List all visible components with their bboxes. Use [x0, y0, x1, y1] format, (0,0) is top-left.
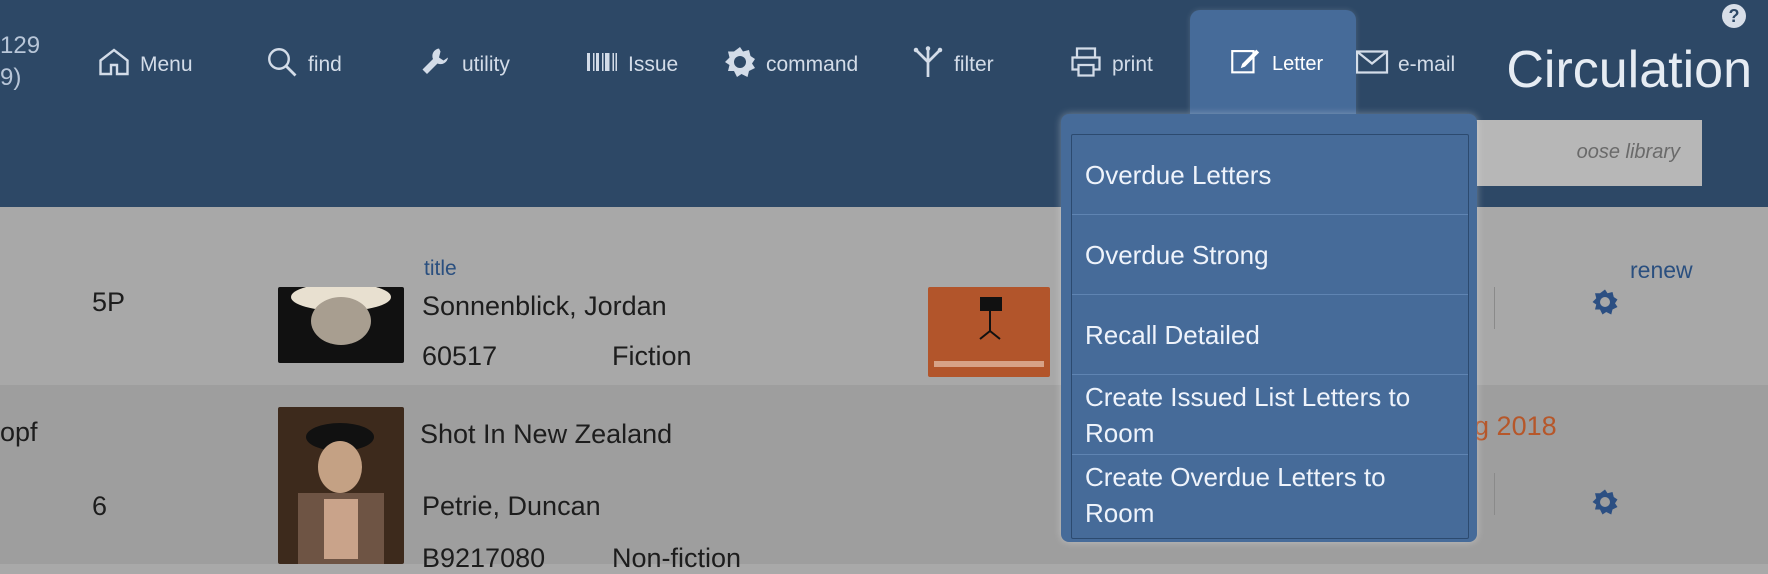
item-id: 60517 — [422, 341, 498, 371]
printer-icon — [1068, 44, 1104, 86]
row-left-value: 5P — [92, 287, 126, 317]
gear-icon[interactable] — [1590, 487, 1620, 517]
nav-command[interactable]: command — [722, 40, 858, 90]
row-left-value: 6 — [92, 491, 108, 521]
book-cover — [928, 287, 1050, 377]
nav-letter-tab[interactable]: Letter — [1190, 10, 1356, 114]
nav-utility[interactable]: utility — [418, 40, 510, 90]
nav-filter[interactable]: filter — [910, 40, 994, 90]
gear-icon[interactable] — [1590, 287, 1620, 317]
author-name: Petrie, Duncan — [422, 491, 601, 521]
home-icon — [96, 44, 132, 86]
table-row[interactable]: opf 6 Shot In New Zealand Petrie, Duncan… — [0, 385, 1768, 573]
menu-item-create-overdue-letters[interactable]: Create Overdue Letters to Room — [1072, 455, 1468, 538]
filter-icon — [910, 44, 946, 86]
year: 2018 — [1496, 411, 1557, 441]
item-id: B9217080 — [422, 543, 546, 573]
nav-letter-label: Letter — [1272, 52, 1324, 75]
nav-utility-label: utility — [462, 53, 510, 76]
row-left-fragment: opf — [0, 417, 38, 447]
top-navigation-bar: 129 9) Menu find utility Issue command f… — [0, 0, 1768, 207]
menu-item-overdue-letters[interactable]: Overdue Letters — [1072, 135, 1468, 215]
nav-menu-label: Menu — [140, 53, 193, 76]
divider — [1494, 287, 1495, 329]
item-title: Shot In New Zealand — [420, 419, 673, 449]
menu-item-overdue-strong[interactable]: Overdue Strong — [1072, 215, 1468, 295]
letter-dropdown-menu: Overdue Letters Overdue Strong Recall De… — [1061, 114, 1477, 542]
search-icon — [264, 44, 300, 86]
barcode-icon — [584, 44, 620, 86]
envelope-icon — [1354, 44, 1390, 86]
nav-print-label: print — [1112, 53, 1153, 76]
table-row[interactable]: 5P title Sonnenblick, Jordan 60517 Ficti… — [0, 207, 1768, 385]
nav-filter-label: filter — [954, 53, 994, 76]
app-title: Circulation — [1506, 41, 1752, 99]
nav-issue[interactable]: Issue — [584, 40, 678, 90]
nav-email-label: e-mail — [1398, 53, 1456, 76]
letter-dropdown-list: Overdue Letters Overdue Strong Recall De… — [1071, 134, 1469, 539]
left-count: 129 9) — [0, 32, 41, 91]
nav-find-label: find — [308, 53, 342, 76]
nav-issue-label: Issue — [628, 53, 679, 76]
column-label-title: title — [424, 257, 457, 280]
menu-item-recall-detailed[interactable]: Recall Detailed — [1072, 295, 1468, 375]
divider — [1494, 473, 1495, 515]
renew-link[interactable]: renew — [1630, 257, 1693, 284]
menu-item-create-issued-list-letters[interactable]: Create Issued List Letters to Room — [1072, 375, 1468, 455]
gear-icon — [722, 44, 758, 86]
edit-icon — [1228, 44, 1262, 84]
nav-email[interactable]: e-mail — [1354, 40, 1455, 90]
author-name: Sonnenblick, Jordan — [422, 291, 667, 321]
date-year: g 2018 — [1474, 411, 1557, 442]
nav-print[interactable]: print — [1068, 40, 1153, 90]
library-chooser-placeholder: oose library — [1576, 141, 1680, 163]
book-cover — [278, 283, 404, 363]
nav-find[interactable]: find — [264, 40, 342, 90]
nav-menu[interactable]: Menu — [96, 40, 193, 90]
wrench-icon — [418, 44, 454, 86]
book-cover — [278, 407, 404, 564]
item-type: Fiction — [612, 341, 692, 371]
nav-command-label: command — [766, 53, 859, 76]
item-type: Non-fiction — [612, 543, 742, 573]
help-icon[interactable]: ? — [1722, 4, 1746, 28]
